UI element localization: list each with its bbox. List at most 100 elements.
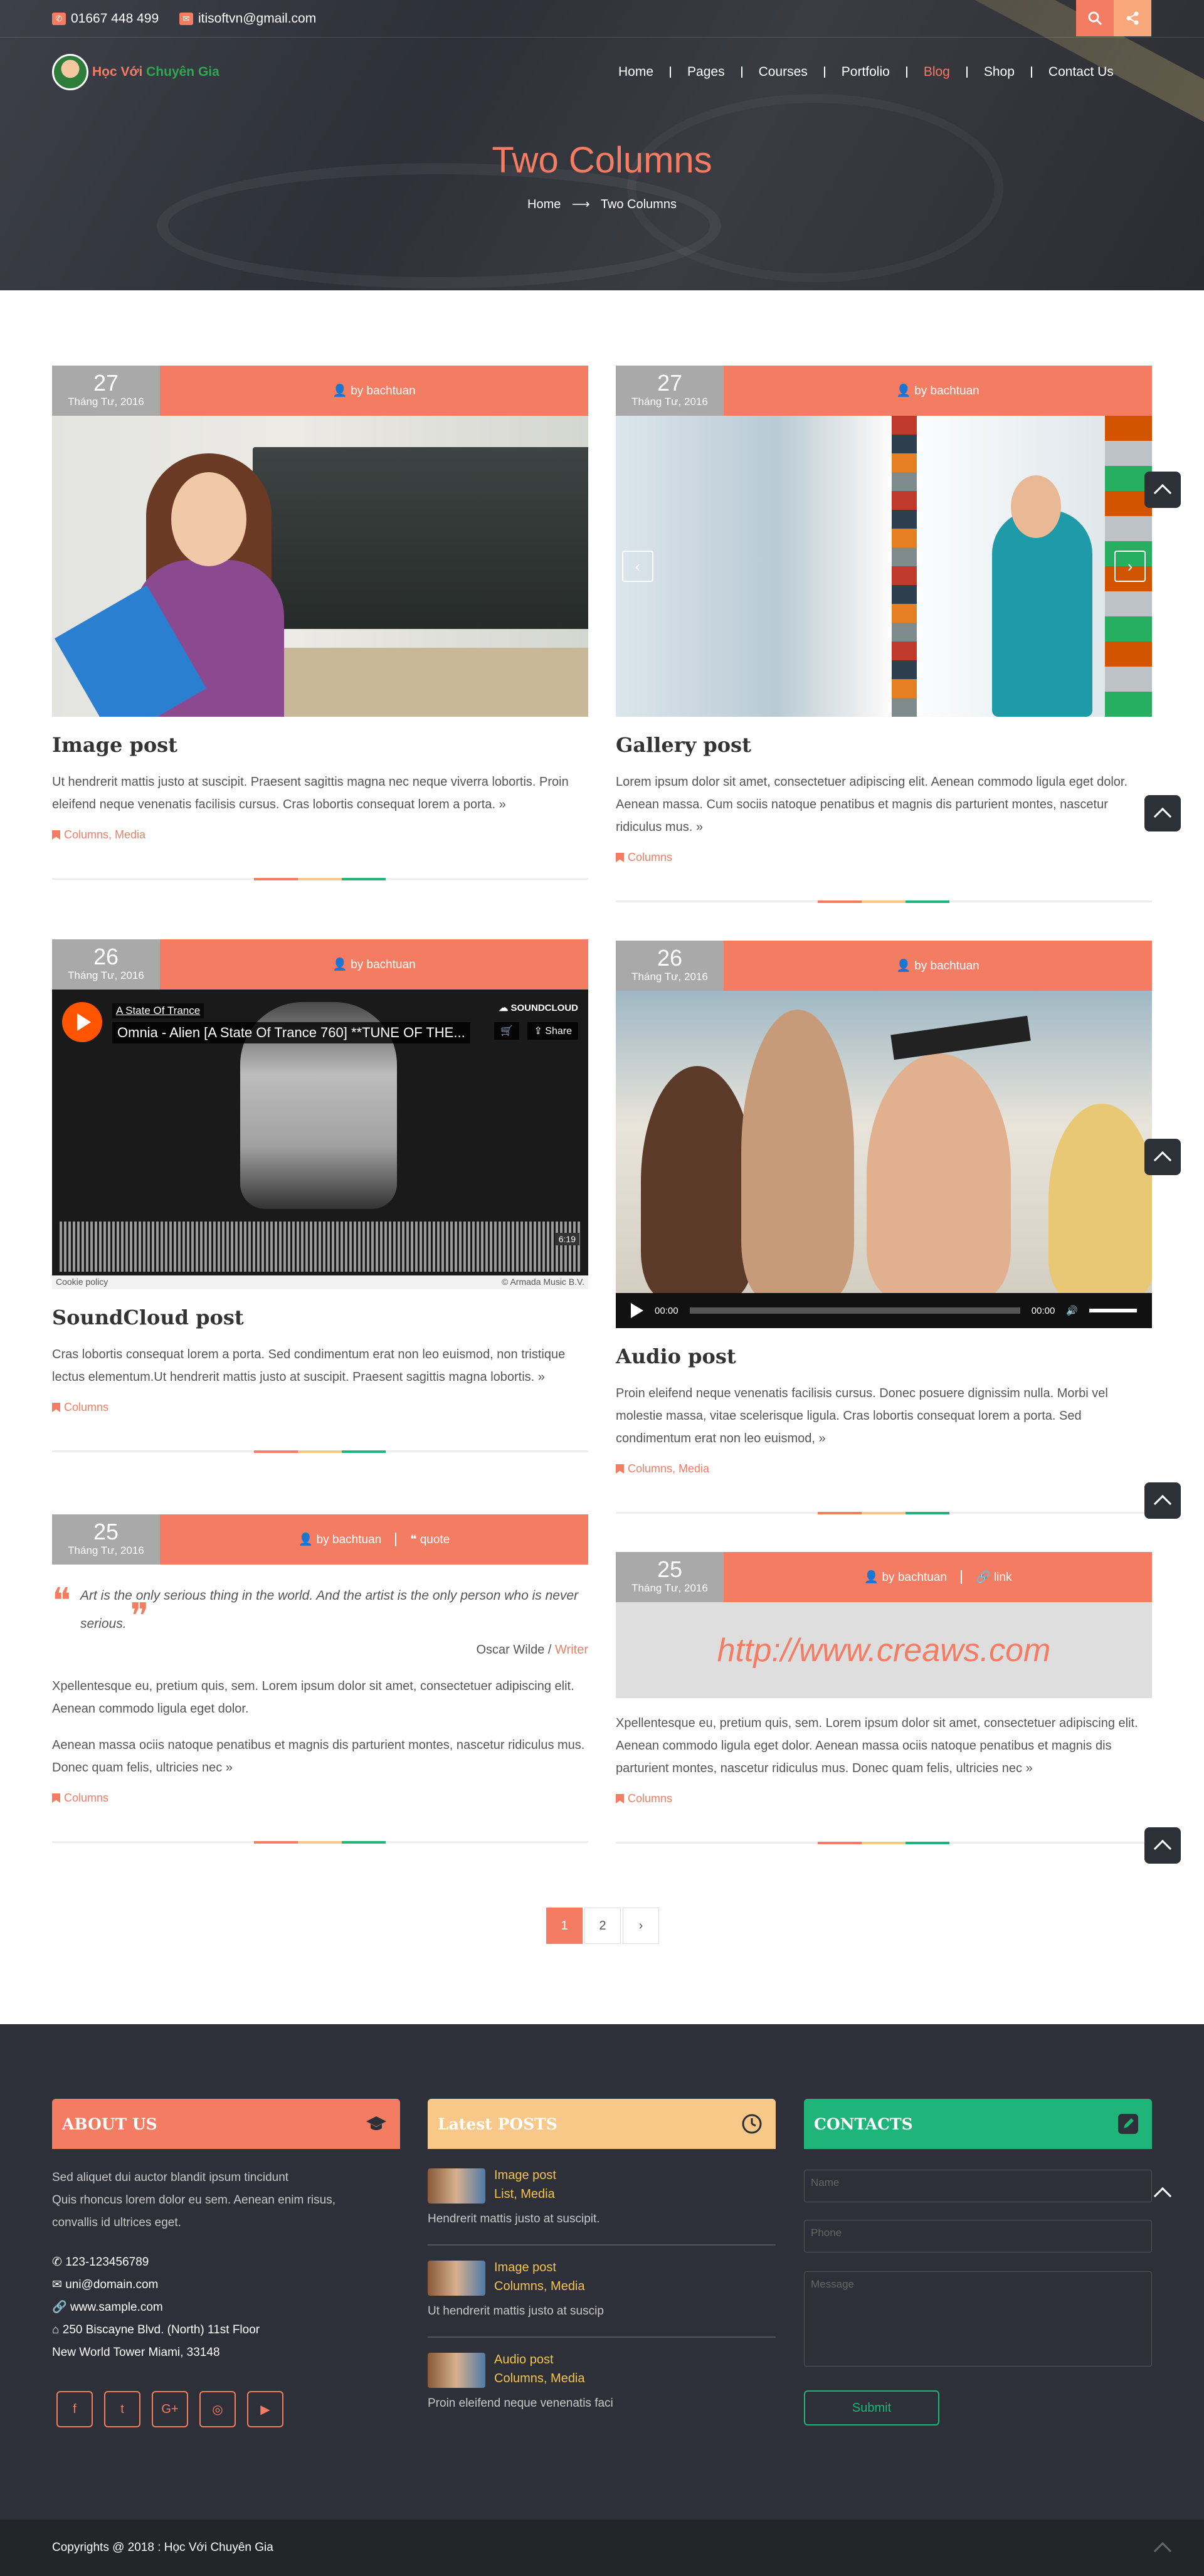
phone-input[interactable]: Phone bbox=[804, 2220, 1152, 2252]
footer-web-link[interactable]: www.sample.com bbox=[70, 2301, 163, 2314]
clock-icon bbox=[742, 2114, 762, 2134]
post-image[interactable] bbox=[52, 416, 588, 717]
latest-post-cats[interactable]: Columns, Media bbox=[494, 2372, 585, 2386]
play-button[interactable] bbox=[631, 1303, 643, 1318]
post-categories[interactable]: Columns bbox=[52, 1792, 588, 1805]
post-categories[interactable]: Columns, Media bbox=[52, 828, 588, 842]
post-categories[interactable]: Columns bbox=[616, 851, 1152, 864]
soundcloud-player[interactable]: A State Of Trance Omnia - Alien [A State… bbox=[52, 990, 588, 1289]
nav-blog[interactable]: Blog bbox=[907, 65, 966, 80]
volume-icon[interactable]: 🔊 bbox=[1066, 1305, 1078, 1316]
topbar-email[interactable]: ✉ itisoftvn@gmail.com bbox=[179, 11, 316, 26]
nav-pages[interactable]: Pages bbox=[671, 65, 741, 80]
mail-icon: ✉ bbox=[52, 2278, 66, 2291]
dribbble-icon[interactable]: ◎ bbox=[199, 2391, 236, 2427]
buy-button[interactable]: 🛒 bbox=[494, 1022, 519, 1040]
post-categories[interactable]: Columns bbox=[52, 1401, 588, 1414]
read-more-icon[interactable]: » bbox=[538, 1370, 545, 1384]
soundcloud-logo[interactable]: ☁ SOUNDCLOUD bbox=[499, 1002, 578, 1013]
student-figure bbox=[641, 1066, 754, 1298]
back-to-top-button[interactable] bbox=[1144, 1827, 1181, 1864]
nav-contact[interactable]: Contact Us bbox=[1032, 65, 1130, 80]
post-title[interactable]: Image post bbox=[52, 733, 588, 757]
post-thumbnail[interactable] bbox=[428, 2261, 485, 2296]
google-plus-icon[interactable]: G+ bbox=[152, 2391, 188, 2427]
post-meta: 👤 by bachtuan 🔗 link bbox=[724, 1552, 1152, 1602]
post-author-link[interactable]: 👤 by bachtuan bbox=[864, 1570, 947, 1585]
breadcrumb-home[interactable]: Home bbox=[527, 198, 561, 211]
post-author-link[interactable]: 👤 by bachtuan bbox=[332, 957, 415, 972]
gallery-next-button[interactable]: › bbox=[1114, 551, 1146, 582]
quote-role[interactable]: Writer bbox=[555, 1643, 588, 1657]
post-title[interactable]: SoundCloud post bbox=[52, 1306, 588, 1329]
footer-email-link[interactable]: uni@domain.com bbox=[65, 2278, 158, 2291]
post-format-link[interactable]: 🔗 link bbox=[976, 1570, 1011, 1585]
post-thumbnail[interactable] bbox=[428, 2353, 485, 2388]
submit-button[interactable]: Submit bbox=[804, 2390, 939, 2426]
cookie-policy-link[interactable]: Cookie policy bbox=[56, 1277, 108, 1288]
post-card: 26 Tháng Tư, 2016 👤 by bachtuan A State … bbox=[52, 939, 588, 1453]
nav-shop[interactable]: Shop bbox=[968, 65, 1031, 80]
youtube-icon[interactable]: ▶ bbox=[247, 2391, 283, 2427]
page-2-button[interactable]: 2 bbox=[584, 1908, 621, 1944]
post-categories[interactable]: Columns bbox=[616, 1792, 1152, 1805]
back-to-top-button[interactable] bbox=[1144, 2175, 1181, 2211]
back-to-top-button[interactable] bbox=[1144, 1482, 1181, 1519]
audio-progress[interactable] bbox=[689, 1307, 1020, 1314]
post-format-link[interactable]: ❝ quote bbox=[410, 1533, 450, 1547]
chevron-up-icon bbox=[1153, 1839, 1172, 1858]
post-gallery[interactable]: ‹ › bbox=[616, 416, 1152, 717]
latest-post-title[interactable]: Image post bbox=[494, 2168, 556, 2183]
latest-post-cats[interactable]: Columns, Media bbox=[494, 2279, 585, 2294]
site-logo[interactable]: Học Với Chuyên Gia bbox=[52, 54, 219, 90]
post-title[interactable]: Audio post bbox=[616, 1344, 1152, 1368]
read-more-icon[interactable]: » bbox=[226, 1761, 233, 1775]
page-1-button[interactable]: 1 bbox=[546, 1908, 583, 1944]
post-excerpt: Cras lobortis consequat lorem a porta. S… bbox=[52, 1348, 566, 1384]
nav-portfolio[interactable]: Portfolio bbox=[825, 65, 906, 80]
post-title[interactable]: Gallery post bbox=[616, 733, 1152, 757]
post-categories[interactable]: Columns, Media bbox=[616, 1462, 1152, 1475]
next-page-button[interactable]: › bbox=[623, 1908, 659, 1944]
read-more-icon[interactable]: » bbox=[819, 1432, 826, 1445]
sc-artist-link[interactable]: A State Of Trance bbox=[112, 1003, 204, 1018]
post-thumbnail[interactable] bbox=[428, 2168, 485, 2204]
latest-post-cats[interactable]: List, Media bbox=[494, 2187, 555, 2202]
nav-courses[interactable]: Courses bbox=[742, 65, 824, 80]
read-more-icon[interactable]: » bbox=[696, 820, 703, 834]
latest-post-excerpt: Ut hendrerit mattis justo at suscip bbox=[428, 2304, 604, 2318]
share-button[interactable] bbox=[1114, 0, 1151, 36]
top-bar: ✆ 01667 448 499 ✉ itisoftvn@gmail.com bbox=[0, 0, 1204, 38]
topbar-phone[interactable]: ✆ 01667 448 499 bbox=[52, 11, 159, 26]
nav-home[interactable]: Home bbox=[602, 65, 670, 80]
back-to-top-button[interactable] bbox=[1144, 1139, 1181, 1175]
twitter-icon[interactable]: t bbox=[104, 2391, 140, 2427]
post-author-link[interactable]: 👤 by bachtuan bbox=[298, 1532, 381, 1547]
post-link[interactable]: http://www.creaws.com bbox=[717, 1632, 1051, 1669]
play-button[interactable] bbox=[62, 1002, 102, 1042]
cloud-icon: ☁ bbox=[499, 1003, 511, 1013]
volume-slider[interactable] bbox=[1089, 1309, 1137, 1312]
user-icon: 👤 bbox=[863, 1571, 882, 1584]
sc-track-title[interactable]: Omnia - Alien [A State Of Trance 760] **… bbox=[112, 1022, 470, 1043]
post-meta: 👤 by bachtuan bbox=[724, 366, 1152, 416]
arrow-right-icon: ⟶ bbox=[571, 198, 590, 211]
name-input[interactable]: Name bbox=[804, 2170, 1152, 2202]
back-to-top-button[interactable] bbox=[1144, 472, 1181, 508]
back-to-top-button[interactable] bbox=[1144, 795, 1181, 831]
post-author-link[interactable]: 👤 by bachtuan bbox=[896, 383, 979, 398]
search-button[interactable] bbox=[1076, 0, 1114, 36]
facebook-icon[interactable]: f bbox=[56, 2391, 93, 2427]
gallery-prev-button[interactable]: ‹ bbox=[622, 551, 653, 582]
read-more-icon[interactable]: » bbox=[499, 798, 506, 811]
post-image[interactable]: 00:00 00:00 🔊 bbox=[616, 991, 1152, 1328]
post-author-link[interactable]: 👤 by bachtuan bbox=[332, 383, 415, 398]
back-to-top-button[interactable] bbox=[1144, 2530, 1181, 2566]
post-author-link[interactable]: 👤 by bachtuan bbox=[896, 958, 979, 973]
message-textarea[interactable]: Message bbox=[804, 2271, 1152, 2367]
share-button[interactable]: ⇪ Share bbox=[527, 1022, 578, 1040]
waveform[interactable] bbox=[60, 1222, 581, 1272]
latest-post-title[interactable]: Audio post bbox=[494, 2353, 554, 2367]
latest-post-title[interactable]: Image post bbox=[494, 2261, 556, 2275]
read-more-icon[interactable]: » bbox=[1026, 1761, 1033, 1775]
